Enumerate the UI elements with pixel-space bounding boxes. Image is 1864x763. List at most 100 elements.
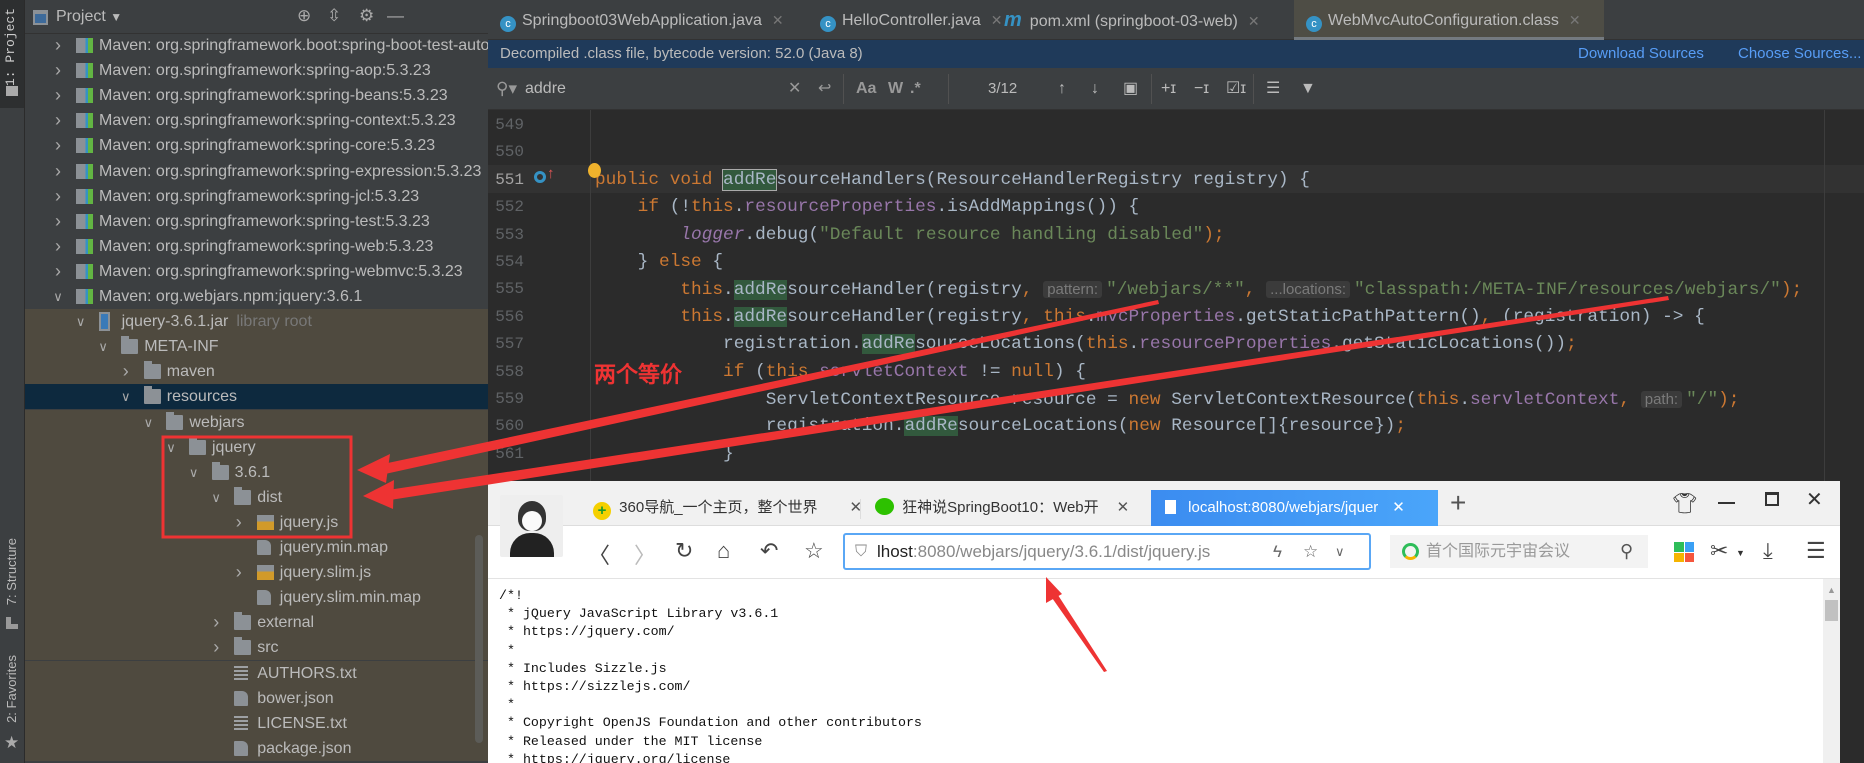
page-scrollbar[interactable]: ▲ — [1823, 579, 1840, 763]
new-line-icon[interactable]: ↩ — [818, 68, 831, 110]
tree-item[interactable]: ∨ 3.6.1 — [25, 459, 488, 485]
chevron-right-icon[interactable]: › — [52, 33, 64, 58]
undo-close-button[interactable]: ↶ — [760, 538, 778, 564]
tree-item[interactable]: package.json — [25, 735, 488, 761]
chevron-right-icon[interactable]: › — [52, 108, 64, 133]
reload-button[interactable]: ↻ — [675, 538, 693, 564]
chevron-down-icon[interactable]: ∨ — [142, 410, 154, 435]
tree-item[interactable]: bower.json — [25, 685, 488, 711]
chevron-down-icon[interactable]: ∨ — [188, 460, 200, 485]
toggle-occurrence-icon[interactable]: ☑ɪ — [1226, 68, 1246, 110]
tree-item[interactable]: › maven — [25, 359, 488, 385]
chevron-down-icon[interactable]: ∨ — [210, 485, 222, 510]
close-icon[interactable]: ✕ — [1117, 499, 1130, 516]
project-scrollbar[interactable] — [475, 535, 483, 743]
search-input[interactable]: addre — [525, 68, 566, 110]
remove-occurrence-icon[interactable]: −ɪ — [1194, 68, 1209, 110]
scissors-icon[interactable]: ✂ — [1710, 538, 1728, 564]
close-icon[interactable]: ✕ — [1392, 499, 1405, 516]
project-view-selector[interactable]: Project ▼ — [56, 8, 122, 26]
minimize-button[interactable] — [1718, 502, 1735, 504]
code-line[interactable]: registration.addResourceLocations(new Re… — [595, 413, 1406, 440]
tree-item[interactable]: ∨ META-INF — [25, 334, 488, 360]
search-box[interactable]: 首个国际元宇宙会议 ⚲ — [1390, 535, 1648, 568]
search-icon[interactable]: ⚲ — [1620, 535, 1633, 568]
skin-icon[interactable]: 👕︎ — [1672, 491, 1697, 516]
gear-icon[interactable]: ⚙ — [359, 6, 374, 26]
chevron-right-icon[interactable]: › — [52, 133, 64, 158]
code-line[interactable]: ServletContextResource resource = new Se… — [595, 386, 1740, 413]
tree-item[interactable]: › Maven: org.springframework:spring-conte… — [25, 108, 488, 133]
locate-icon[interactable]: ⊕ — [297, 6, 311, 26]
chevron-right-icon[interactable]: › — [52, 58, 64, 83]
filter-lines-icon[interactable]: ☰ — [1266, 68, 1280, 110]
tree-item[interactable]: LICENSE.txt — [25, 710, 488, 736]
tree-item[interactable]: › src — [25, 635, 488, 661]
tree-item[interactable]: › Maven: org.springframework:spring-webmv… — [25, 259, 488, 284]
clear-icon[interactable]: ✕ — [788, 68, 801, 110]
scroll-up-icon[interactable]: ▲ — [1827, 585, 1836, 595]
dropdown-icon[interactable]: ▼ — [1736, 548, 1745, 558]
code-line[interactable]: logger.debug("Default resource handling … — [595, 222, 1224, 249]
chevron-right-icon[interactable]: › — [210, 635, 222, 660]
chevron-down-icon[interactable]: ∨ — [97, 334, 109, 359]
tree-item[interactable]: › jquery.slim.js — [25, 560, 488, 586]
close-icon[interactable]: ✕ — [1569, 12, 1581, 28]
forward-button[interactable]: 〉 — [634, 538, 656, 570]
lightning-icon[interactable]: ϟ — [1273, 535, 1282, 568]
tree-item[interactable]: ∨ dist — [25, 484, 488, 510]
browser-tab-kuangshen[interactable]: 狂神说SpringBoot10：Web开 ✕ — [875, 490, 1129, 526]
menu-icon[interactable]: ☰ — [1806, 538, 1826, 564]
project-tool-tab[interactable]: 1: Project — [0, 0, 24, 108]
code-line[interactable]: } else { — [595, 249, 723, 276]
chevron-right-icon[interactable]: › — [52, 159, 64, 184]
add-occurrence-icon[interactable]: +ɪ — [1161, 68, 1176, 110]
code-line[interactable]: this.addResourceHandler(registry, patter… — [595, 276, 1802, 303]
chevron-down-icon[interactable]: ∨ — [52, 284, 64, 309]
address-bar[interactable]: ⛉ lhost:8080/webjars/jquery/3.6.1/dist/j… — [843, 533, 1371, 570]
tree-item[interactable]: ∨ webjars — [25, 409, 488, 435]
search-icon[interactable]: ⚲▾ — [496, 68, 517, 110]
collapse-all-icon[interactable]: ⇳ — [327, 6, 341, 26]
chevron-down-icon[interactable]: ∨ — [165, 435, 177, 460]
chevron-down-icon[interactable]: ∨ — [75, 309, 87, 334]
select-all-occurrences-icon[interactable]: ▣ — [1123, 68, 1138, 110]
chevron-down-icon[interactable]: ∨ — [1335, 535, 1345, 568]
tree-item[interactable]: jquery.slim.min.map — [25, 585, 488, 611]
tree-item[interactable]: jquery.min.map — [25, 535, 488, 560]
editor-tab[interactable]: c WebMvcAutoConfiguration.class ✕ — [1294, 0, 1604, 40]
chevron-right-icon[interactable]: › — [52, 209, 64, 234]
chevron-right-icon[interactable]: › — [233, 510, 245, 535]
tree-item[interactable]: › Maven: org.springframework:spring-aop:5… — [25, 58, 488, 83]
tree-item[interactable]: › Maven: org.springframework:spring-web:5… — [25, 234, 488, 259]
code-line[interactable]: registration.addResourceLocations(this.r… — [595, 331, 1577, 358]
chevron-right-icon[interactable]: › — [52, 259, 64, 284]
chevron-right-icon[interactable]: › — [120, 359, 132, 384]
regex-toggle[interactable]: .* — [910, 68, 921, 110]
close-icon[interactable]: ✕ — [772, 12, 784, 28]
code-line[interactable]: this.addResourceHandler(registry, this.m… — [595, 304, 1705, 331]
hide-icon[interactable]: — — [387, 6, 404, 26]
back-button[interactable]: 〈 — [588, 538, 610, 570]
editor-tab[interactable]: c HelloController.java ✕ — [808, 0, 1002, 40]
home-button[interactable]: ⌂ — [717, 538, 730, 564]
tree-item[interactable]: › jquery.js — [25, 509, 488, 535]
favorites-tool-tab[interactable]: 2: Favorites — [4, 655, 19, 723]
tree-item[interactable]: › Maven: org.springframework:spring-jcl:5… — [25, 184, 488, 209]
tree-item[interactable]: › Maven: org.springframework:spring-beans… — [25, 83, 488, 108]
code-line[interactable]: } — [595, 441, 734, 468]
tree-item[interactable]: › Maven: org.springframework:spring-core:… — [25, 133, 488, 158]
download-sources-link[interactable]: Download Sources — [1578, 40, 1704, 68]
browser-tab-360[interactable]: + 360导航_一个主页，整个世界 ✕ — [593, 490, 862, 526]
avatar[interactable] — [500, 495, 563, 557]
tree-item[interactable]: › Maven: org.springframework:spring-test:… — [25, 209, 488, 234]
close-window-button[interactable]: ✕ — [1806, 487, 1823, 512]
chevron-right-icon[interactable]: › — [233, 560, 245, 585]
words-toggle[interactable]: W — [888, 68, 903, 110]
star-icon[interactable]: ☆ — [1303, 535, 1318, 568]
tree-item[interactable]: AUTHORS.txt — [25, 660, 488, 686]
choose-sources-link[interactable]: Choose Sources... — [1738, 40, 1861, 68]
code-line[interactable]: if (!this.resourceProperties.isAddMappin… — [595, 194, 1140, 221]
chevron-down-icon[interactable]: ∨ — [120, 384, 132, 409]
new-tab-button[interactable]: + — [1450, 487, 1466, 519]
